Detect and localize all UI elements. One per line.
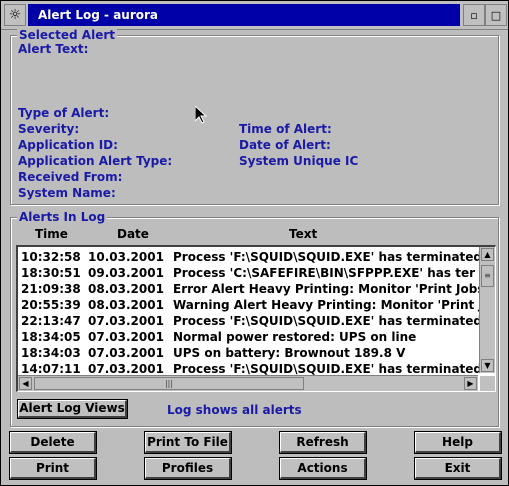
scroll-down-arrow-icon[interactable]: ▼ (481, 359, 494, 372)
row-text: Normal power restored: UPS on line (173, 330, 417, 344)
title-bar[interactable]: ☼ Alert Log - aurora ▫ □ (1, 1, 508, 30)
table-row[interactable]: 21:09:38 08.03.2001 Error Alert Heavy Pr… (18, 281, 494, 297)
row-text: Warning Alert Heavy Printing: Monitor 'P… (173, 298, 496, 312)
system-unique-id-label: System Unique IC (239, 154, 359, 168)
scroll-right-arrow-icon[interactable]: ▶ (464, 377, 477, 390)
alert-log-window: ☼ Alert Log - aurora ▫ □ Selected Alert … (0, 0, 509, 486)
window-title: Alert Log - aurora (28, 4, 460, 26)
row-date: 10.03.2001 (88, 250, 164, 264)
column-header-text[interactable]: Text (289, 227, 317, 241)
table-row[interactable]: 18:30:51 09.03.2001 Process 'C:\SAFEFIRE… (18, 265, 478, 281)
application-alert-type-label: Application Alert Type: (18, 154, 173, 168)
table-row[interactable]: 20:55:39 08.03.2001 Warning Alert Heavy … (18, 297, 495, 313)
row-date: 07.03.2001 (88, 314, 164, 328)
type-of-alert-label: Type of Alert: (18, 106, 110, 120)
row-time: 18:34:05 (21, 330, 81, 344)
column-header-time[interactable]: Time (35, 227, 68, 241)
row-date: 08.03.2001 (88, 298, 164, 312)
row-date: 07.03.2001 (88, 330, 164, 344)
profiles-button[interactable]: Profiles (144, 457, 232, 480)
row-date: 09.03.2001 (88, 266, 164, 280)
table-row[interactable]: 18:34:03 07.03.2001 UPS on battery: Brow… (18, 345, 478, 361)
maximize-icon[interactable]: □ (485, 4, 507, 26)
time-of-alert-label: Time of Alert: (239, 122, 332, 136)
vertical-scroll-thumb[interactable]: ≡ (481, 265, 494, 287)
horizontal-scrollbar[interactable]: ◀ ||| ▶ (18, 375, 478, 391)
row-text: Process 'F:\SQUID\SQUID.EXE' has termina… (173, 250, 487, 264)
exit-button[interactable]: Exit (414, 457, 502, 480)
row-time: 18:34:03 (21, 346, 81, 360)
row-time: 22:13:47 (21, 314, 81, 328)
refresh-button[interactable]: Refresh (279, 431, 367, 454)
alerts-list-rows: 10:32:58 10.03.2001 Process 'F:\SQUID\SQ… (18, 249, 495, 377)
gear-icon[interactable]: ☼ (4, 4, 26, 26)
column-header-date[interactable]: Date (117, 227, 149, 241)
row-text: Process 'C:\SAFEFIRE\BIN\SFPPP.EXE' has … (173, 266, 476, 280)
print-button[interactable]: Print (9, 457, 97, 480)
delete-button[interactable]: Delete (9, 431, 97, 454)
actions-button[interactable]: Actions (279, 457, 367, 480)
mouse-cursor-icon (195, 106, 207, 124)
scrollbar-corner (480, 376, 495, 391)
row-time: 10:32:58 (21, 250, 81, 264)
alert-text-label: Alert Text: (18, 42, 89, 56)
row-time: 18:30:51 (21, 266, 81, 280)
row-time: 21:09:38 (21, 282, 81, 296)
alert-log-views-button[interactable]: Alert Log Views (17, 399, 128, 419)
row-text: Error Alert Heavy Printing: Monitor 'Pri… (173, 282, 495, 296)
received-from-label: Received From: (18, 170, 123, 184)
log-status-text: Log shows all alerts (167, 403, 302, 417)
table-row[interactable]: 10:32:58 10.03.2001 Process 'F:\SQUID\SQ… (18, 249, 487, 265)
print-to-file-button[interactable]: Print To File (144, 431, 232, 454)
scroll-up-arrow-icon[interactable]: ▲ (481, 248, 494, 261)
row-time: 20:55:39 (21, 298, 81, 312)
row-date: 08.03.2001 (88, 282, 164, 296)
severity-label: Severity: (18, 122, 80, 136)
date-of-alert-label: Date of Alert: (239, 138, 331, 152)
horizontal-scroll-thumb[interactable]: ||| (34, 377, 304, 390)
table-row[interactable]: 22:13:47 07.03.2001 Process 'F:\SQUID\SQ… (18, 313, 487, 329)
help-button[interactable]: Help (414, 431, 502, 454)
row-text: Process 'F:\SQUID\SQUID.EXE' has termina… (173, 314, 487, 328)
scroll-left-arrow-icon[interactable]: ◀ (19, 377, 32, 390)
minimize-icon[interactable]: ▫ (463, 4, 485, 26)
application-id-label: Application ID: (18, 138, 118, 152)
row-date: 07.03.2001 (88, 346, 164, 360)
system-name-label: System Name: (18, 186, 116, 200)
row-text: UPS on battery: Brownout 189.8 V (173, 346, 406, 360)
table-row[interactable]: 18:34:05 07.03.2001 Normal power restore… (18, 329, 478, 345)
vertical-scrollbar[interactable]: ▲ ≡ ▼ (479, 247, 495, 373)
alerts-in-log-label: Alerts In Log (17, 210, 108, 224)
alerts-list[interactable]: 10:32:58 10.03.2001 Process 'F:\SQUID\SQ… (16, 245, 496, 392)
selected-alert-label: Selected Alert (17, 28, 117, 42)
